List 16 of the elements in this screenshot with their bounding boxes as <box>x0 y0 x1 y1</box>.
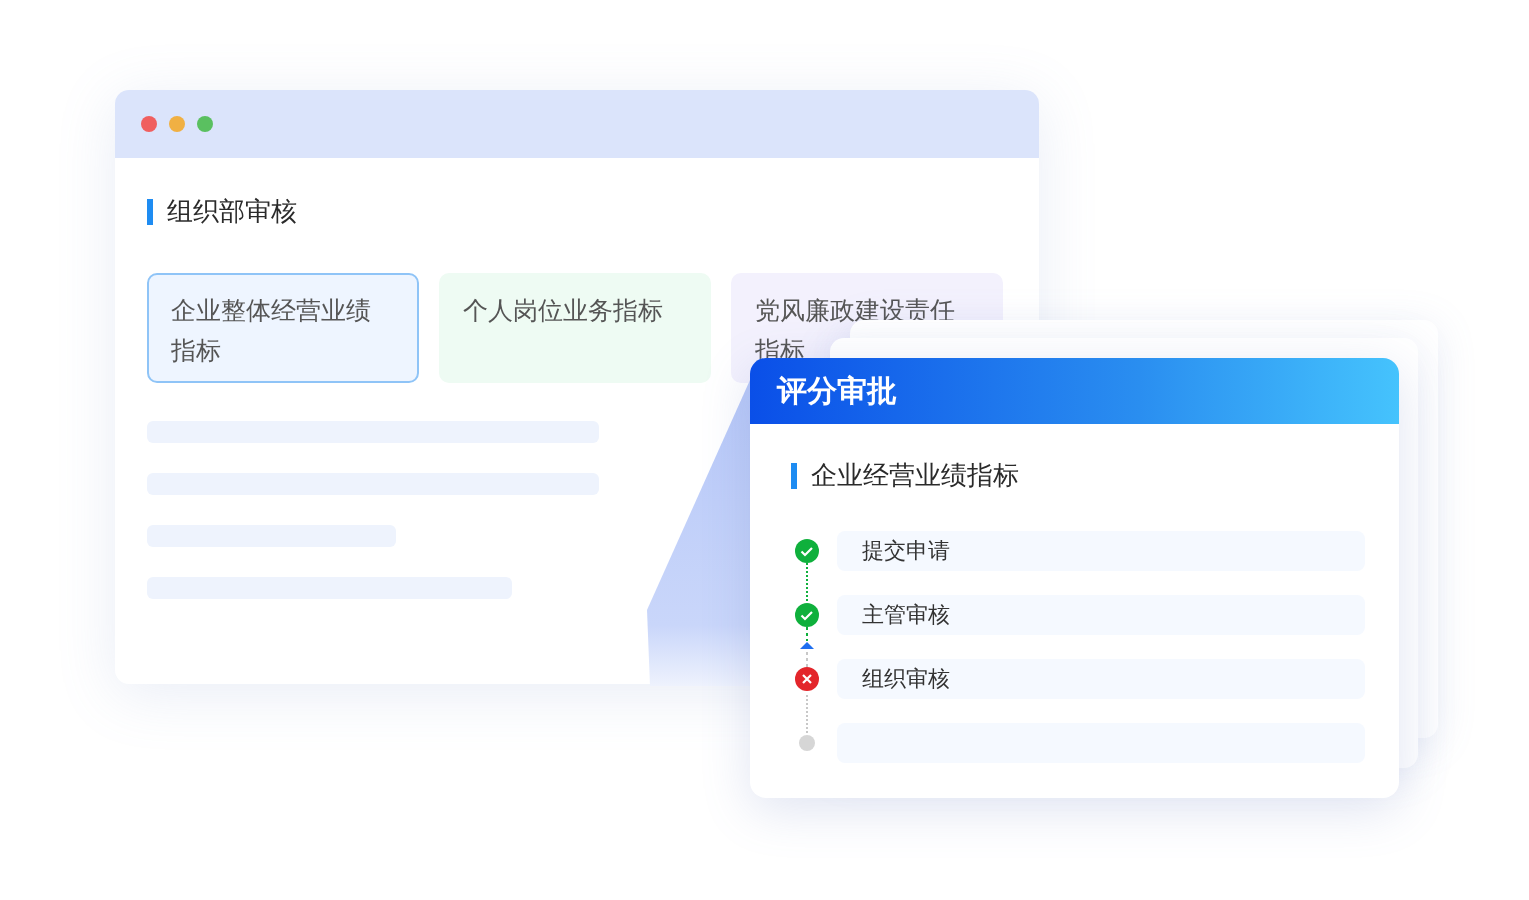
section-title: 组织部审核 <box>167 195 297 228</box>
connector-line <box>806 695 808 733</box>
indicator-tab[interactable]: 个人岗位业务指标 <box>439 273 711 383</box>
maximize-dot-icon[interactable] <box>197 116 213 132</box>
minimize-dot-icon[interactable] <box>169 116 185 132</box>
card-title: 评分审批 <box>777 371 897 410</box>
step-label: 提交申请 <box>862 537 950 565</box>
step-label: 组织审核 <box>862 665 950 693</box>
progress-arrow-drawing <box>799 627 815 667</box>
connector-line <box>806 563 808 601</box>
section-title: 企业经营业绩指标 <box>811 459 1019 492</box>
close-dot-icon[interactable] <box>141 116 157 132</box>
heading-accent-bar <box>791 462 797 489</box>
step-label: 主管审核 <box>862 601 950 629</box>
heading-accent-bar <box>147 198 153 225</box>
indicator-tab[interactable]: 企业整体经营业绩指标 <box>147 273 419 383</box>
